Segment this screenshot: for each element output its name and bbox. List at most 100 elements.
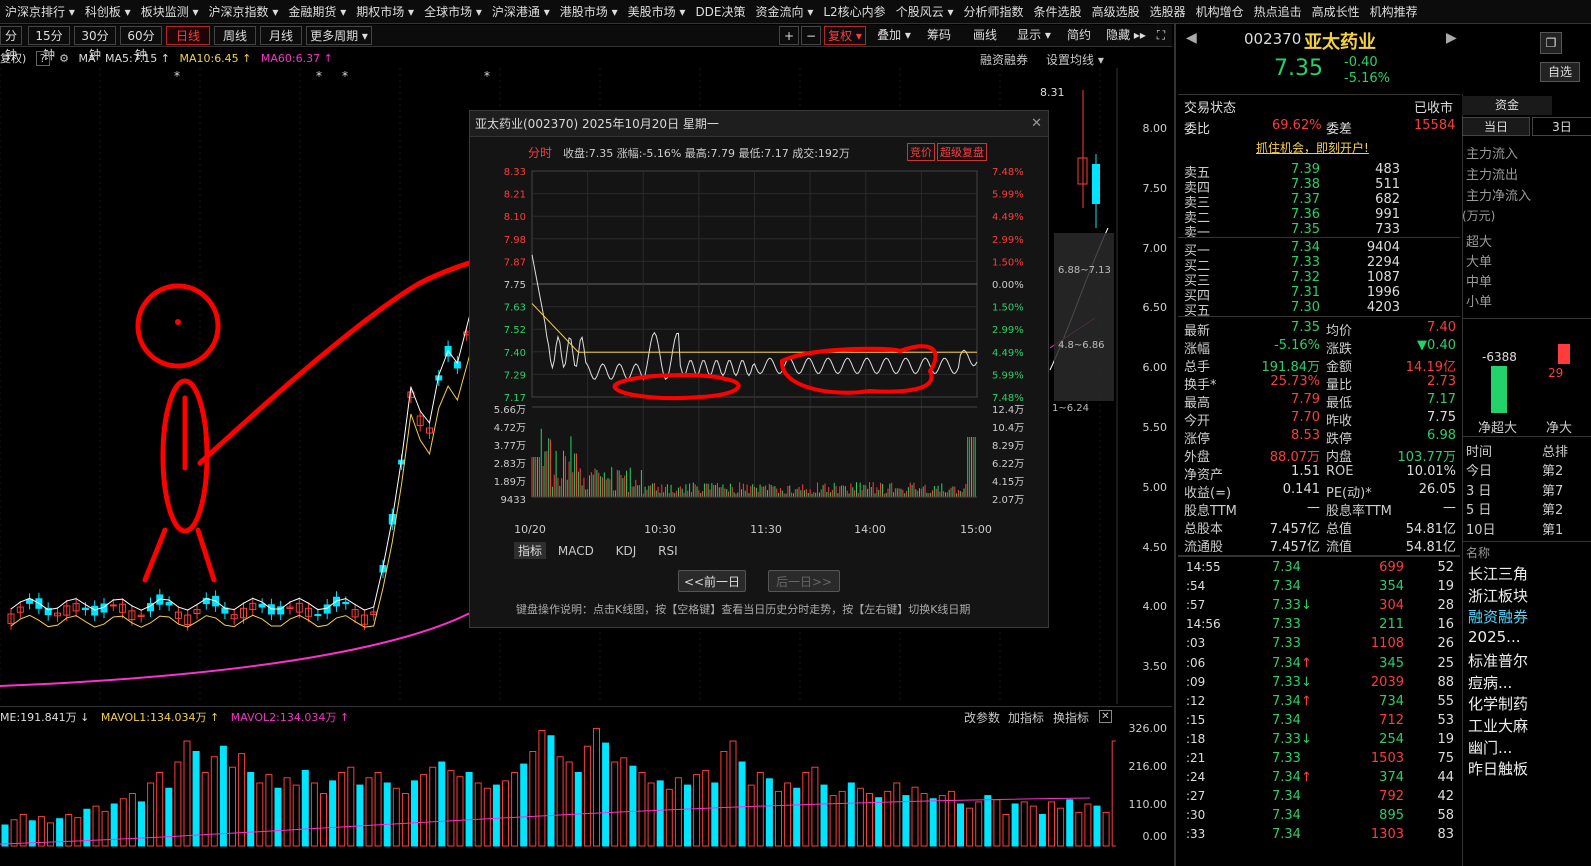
tab-macd[interactable]: MACD [558,544,594,558]
menu-item-13[interactable]: 个股风云 ▾ [891,0,959,24]
prev-day-button[interactable]: <<前一日 [678,570,746,592]
sector-item[interactable]: 长江三角 [1468,563,1528,584]
menu-item-4[interactable]: 金融期货 ▾ [283,0,351,24]
period-1min[interactable]: 分钟 [0,26,22,45]
menu-item-17[interactable]: 选股器 [1145,0,1191,24]
prev-stock-icon[interactable]: ◀ [1186,30,1197,46]
tab-3day[interactable]: 3日 [1532,117,1591,136]
intraday-chart[interactable]: 8.33 8.21 8.10 7.98 7.87 7.75 7.63 7.52 7.40 7.29… [470,161,1050,541]
menu-item-15[interactable]: 条件选股 [1029,0,1087,24]
sector-item[interactable]: 幽门... [1468,737,1512,758]
replay-button[interactable]: 超级复盘 [937,143,987,161]
volume-bar [803,773,809,847]
sector-item[interactable]: 痘病... [1468,672,1512,693]
zoom-in-button[interactable]: + [779,26,799,45]
period-more[interactable]: 更多周期 ▾ [306,26,372,45]
menu-item-16[interactable]: 高级选股 [1087,0,1145,24]
sector-item[interactable]: 工业大麻 [1468,715,1528,736]
name-label: 名称 [1466,544,1490,561]
fullscreen-icon[interactable]: ⛶ [1152,26,1170,45]
stat-value: 10.01% [1380,464,1456,479]
auction-button[interactable]: 竞价 [907,143,935,161]
order-qty: 991 [1364,207,1400,222]
candle-body [334,597,340,606]
period-daily[interactable]: 日线 [166,26,210,45]
menu-item-7[interactable]: 沪深港通 ▾ [487,0,555,24]
volume-bar [1058,808,1064,846]
tab-kdj[interactable]: KDJ [616,544,637,558]
menu-item-14[interactable]: 分析师指数 [959,0,1029,24]
menu-item-8[interactable]: 港股市场 ▾ [555,0,623,24]
tick-count: 19 [1426,732,1454,747]
margin-trading-link[interactable]: 融资融券 [980,51,1028,68]
sector-item[interactable]: 融资融券 [1468,606,1528,627]
collapse-icon[interactable]: ❐ [1540,32,1562,54]
next-stock-icon[interactable]: ▶ [1446,30,1457,46]
next-day-button[interactable]: 后一日>> [768,570,840,592]
sector-item[interactable]: 2025... [1468,628,1520,646]
menu-item-12[interactable]: L2核心内参 [818,0,890,24]
menu-item-2[interactable]: 板块监测 ▾ [136,0,204,24]
sector-item[interactable]: 昨日触板 [1468,758,1528,779]
overlay-button[interactable]: 叠加 ▾ [872,26,916,45]
close-icon[interactable]: ✕ [1031,116,1042,131]
volume-bar [1021,802,1027,846]
menu-item-19[interactable]: 热点追击 [1249,0,1307,24]
sector-item[interactable]: 化学制药 [1468,693,1528,714]
tab-today[interactable]: 当日 [1462,117,1530,136]
volume-bar [448,770,454,846]
overlay-box [1054,233,1114,401]
tab-rsi[interactable]: RSI [658,544,678,558]
period-15min[interactable]: 15分钟 [28,26,70,45]
tick-count: 19 [1426,579,1454,594]
high-price-label: 8.31 [1040,86,1065,99]
volume-bar [721,752,727,847]
menu-item-3[interactable]: 沪深京指数 ▾ [204,0,284,24]
volume-bar [766,779,772,846]
volume-bar [994,800,1000,846]
fuquan-button[interactable]: 复权 ▾ [824,26,866,45]
gear-icon[interactable]: ⚙ [59,52,69,65]
fs-pct-tick: 5.99% [992,190,1024,201]
open-account-link[interactable]: 抓住机会，即刻开户! [1256,139,1369,156]
menu-item-18[interactable]: 机构增仓 [1191,0,1249,24]
fs-pct-tick: 4.49% [992,212,1024,223]
set-ma-link[interactable]: 设置均线 ▾ [1046,51,1104,68]
hide-button[interactable]: 隐藏 ▸▸ [1102,26,1150,45]
period-30min[interactable]: 30分钟 [74,26,116,45]
volume-chart[interactable] [0,724,1116,866]
order-price: 7.34 [1288,240,1320,255]
menu-item-6[interactable]: 全球市场 ▾ [419,0,487,24]
watchlist-button[interactable]: 自选 [1540,62,1580,82]
menu-item-0[interactable]: 沪深京排行 ▾ [0,0,80,24]
order-price: 7.30 [1288,300,1320,315]
zoom-out-button[interactable]: − [801,26,821,45]
tick-time: :30 [1186,808,1205,822]
volume-bar [166,788,172,846]
period-60min[interactable]: 60分钟 [120,26,162,45]
display-button[interactable]: 显示 ▾ [1012,26,1056,45]
tab-indicator[interactable]: 指标 [514,542,546,559]
sector-item[interactable]: 浙江板块 [1468,585,1528,606]
sector-item[interactable]: 标准普尔 [1468,650,1528,671]
menu-item-10[interactable]: DDE决策 [690,0,750,24]
fs-price-tick: 8.21 [504,190,526,201]
menu-item-1[interactable]: 科创板 ▾ [80,0,136,24]
menu-item-20[interactable]: 高成长性 [1307,0,1365,24]
menu-item-11[interactable]: 资金流向 ▾ [751,0,819,24]
menu-item-21[interactable]: 机构推荐 [1365,0,1423,24]
help-icon[interactable]: ? [36,51,50,66]
tab-funds[interactable]: 资金 [1462,96,1552,115]
period-monthly[interactable]: 月线 [260,26,302,45]
menu-item-9[interactable]: 美股市场 ▾ [623,0,691,24]
period-weekly[interactable]: 周线 [214,26,256,45]
fs-price-tick: 7.29 [504,370,526,381]
menu-item-5[interactable]: 期权市场 ▾ [351,0,419,24]
draw-line-button[interactable]: 画线 [968,26,1002,45]
chips-button[interactable]: 筹码 [922,26,956,45]
rank-value: 第2 [1542,499,1563,518]
simple-button[interactable]: 简约 [1062,26,1096,45]
stat-value: — [1380,500,1456,515]
close-icon[interactable]: ✕ [1099,710,1112,723]
volume-bar [148,783,154,846]
